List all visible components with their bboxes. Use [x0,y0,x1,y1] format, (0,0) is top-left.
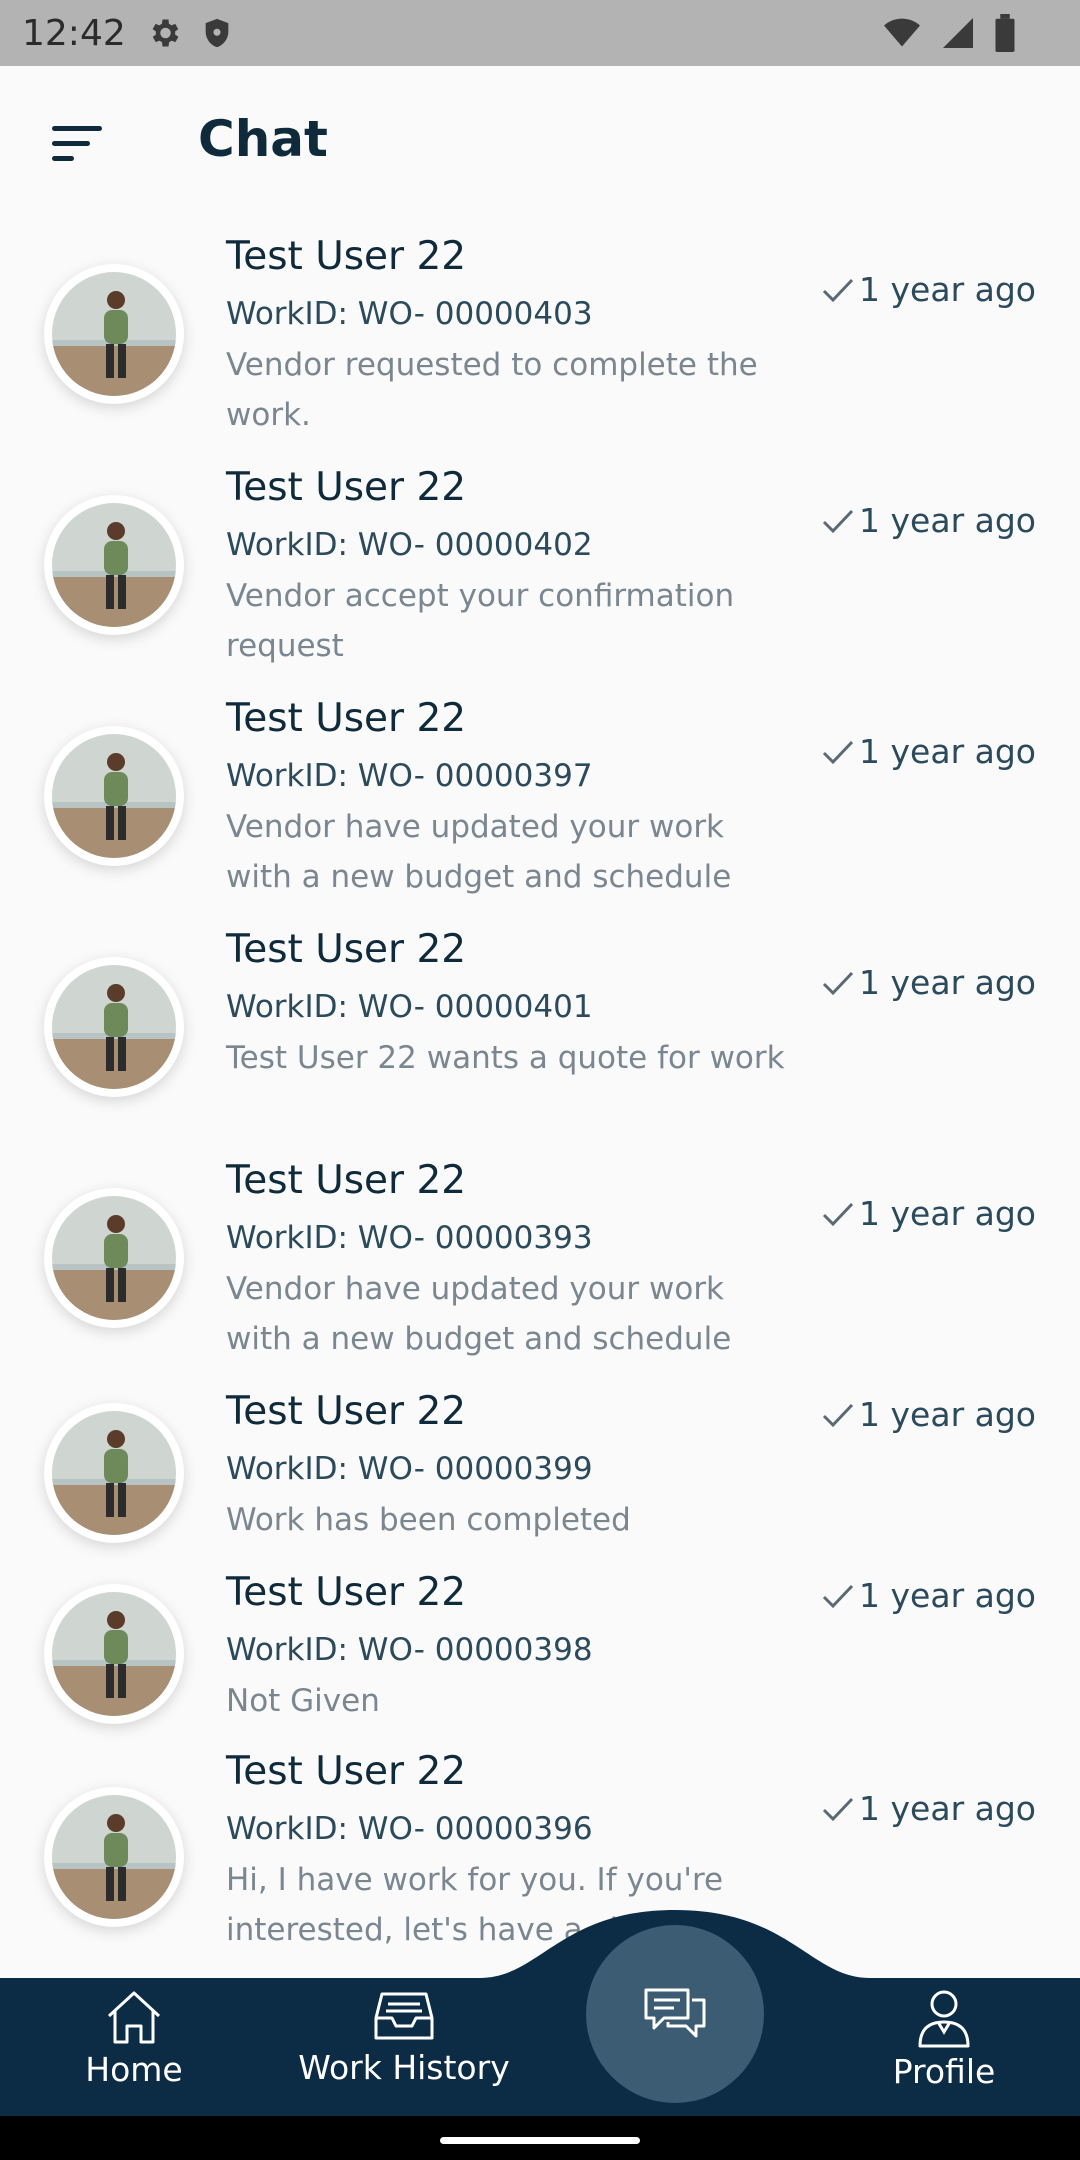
avatar [44,957,184,1097]
avatar-runner-image [52,1411,176,1535]
chat-workid: WorkID: WO- 00000399 [226,1451,593,1487]
chat-name: Test User 22 [226,1389,467,1434]
chat-time: 1 year ago [821,501,1036,540]
chat-list-item[interactable]: Test User 22 WorkID: WO- 00000402 Vendor… [0,449,1080,679]
chat-list-item[interactable]: Test User 22 WorkID: WO- 00000401 Test U… [0,911,1080,1141]
status-time: 12:42 [22,12,126,54]
chat-time: 1 year ago [821,270,1036,309]
chat-list-item[interactable]: Test User 22 WorkID: WO- 00000393 Vendor… [0,1142,1080,1372]
avatar-runner-image [52,965,176,1089]
avatar [44,1584,184,1724]
chat-time-label: 1 year ago [859,1789,1036,1828]
app-header: Chat [0,66,1080,218]
avatar-runner-image [52,272,176,396]
check-icon [822,1584,854,1608]
chat-list-item[interactable]: Test User 22 WorkID: WO- 00000403 Vendor… [0,218,1080,448]
home-icon [107,1991,161,2044]
chat-list[interactable]: Test User 22 WorkID: WO- 00000403 Vendor… [0,218,1080,1978]
shield-icon [205,18,229,48]
check-icon [822,1202,854,1226]
chat-time-label: 1 year ago [859,1194,1036,1233]
chat-time: 1 year ago [821,1789,1036,1828]
chat-workid: WorkID: WO- 00000398 [226,1632,593,1668]
status-bar: 12:42 [0,0,1080,66]
chat-workid: WorkID: WO- 00000403 [226,296,593,332]
avatar-runner-image [52,734,176,858]
chat-name: Test User 22 [226,1158,467,1203]
check-icon [822,1797,854,1821]
chat-time-label: 1 year ago [859,1395,1036,1434]
chat-bubbles-icon [644,1988,706,2038]
avatar [44,1403,184,1543]
chat-time: 1 year ago [821,1395,1036,1434]
chat-workid: WorkID: WO- 00000401 [226,989,593,1025]
nav-profile[interactable]: Profile [844,1988,1044,2108]
check-icon [822,278,854,302]
chat-message: Vendor requested to complete the work. [226,347,758,433]
nav-home[interactable]: Home [34,1988,234,2108]
check-icon [822,509,854,533]
nav-work-history-label: Work History [298,2048,510,2087]
sort-menu-icon[interactable] [50,124,104,164]
chat-message: Test User 22 wants a quote for work [226,1040,785,1076]
wifi-icon [884,18,920,47]
chat-workid: WorkID: WO- 00000396 [226,1811,593,1847]
chat-workid: WorkID: WO- 00000393 [226,1220,593,1256]
nav-home-label: Home [85,2050,183,2089]
chat-time-label: 1 year ago [859,732,1036,771]
inbox-tray-icon [374,1992,434,2040]
avatar [44,495,184,635]
signal-icon [943,18,973,48]
nav-work-history[interactable]: Work History [298,1988,510,2108]
chat-name: Test User 22 [226,1749,467,1794]
chat-message: Vendor accept your confirmation request [226,578,735,664]
nav-chat-button[interactable] [586,1925,764,2103]
check-icon [822,971,854,995]
avatar [44,726,184,866]
chat-list-item[interactable]: Test User 22 WorkID: WO- 00000397 Vendor… [0,680,1080,910]
chat-name: Test User 22 [226,234,467,279]
bottom-nav-notch [0,1910,1080,1990]
avatar-runner-image [52,1196,176,1320]
avatar-runner-image [52,1592,176,1716]
avatar [44,264,184,404]
chat-list-item[interactable]: Test User 22 WorkID: WO- 00000398 Not Gi… [0,1554,1080,1734]
check-icon [822,740,854,764]
home-gesture-handle[interactable] [440,2137,640,2144]
chat-message: Vendor have updated your work with a new… [226,809,732,895]
chat-time-label: 1 year ago [859,963,1036,1002]
avatar [44,1188,184,1328]
user-profile-icon [918,1990,970,2048]
chat-message: Work has been completed [226,1502,631,1538]
page-title: Chat [198,110,328,168]
chat-workid: WorkID: WO- 00000402 [226,527,593,563]
chat-time: 1 year ago [821,1576,1036,1615]
chat-list-item[interactable]: Test User 22 WorkID: WO- 00000399 Work h… [0,1373,1080,1553]
check-icon [822,1403,854,1427]
chat-time: 1 year ago [821,963,1036,1002]
chat-time-label: 1 year ago [859,501,1036,540]
chat-name: Test User 22 [226,927,467,972]
battery-icon [995,14,1015,52]
chat-message: Vendor have updated your work with a new… [226,1271,732,1357]
chat-workid: WorkID: WO- 00000397 [226,758,593,794]
chat-time: 1 year ago [821,732,1036,771]
chat-name: Test User 22 [226,465,467,510]
chat-time-label: 1 year ago [859,1576,1036,1615]
nav-profile-label: Profile [892,2052,996,2091]
chat-name: Test User 22 [226,696,467,741]
chat-time-label: 1 year ago [859,270,1036,309]
avatar-runner-image [52,503,176,627]
gear-icon [152,19,179,47]
chat-message: Not Given [226,1683,380,1719]
chat-time: 1 year ago [821,1194,1036,1233]
chat-name: Test User 22 [226,1570,467,1615]
